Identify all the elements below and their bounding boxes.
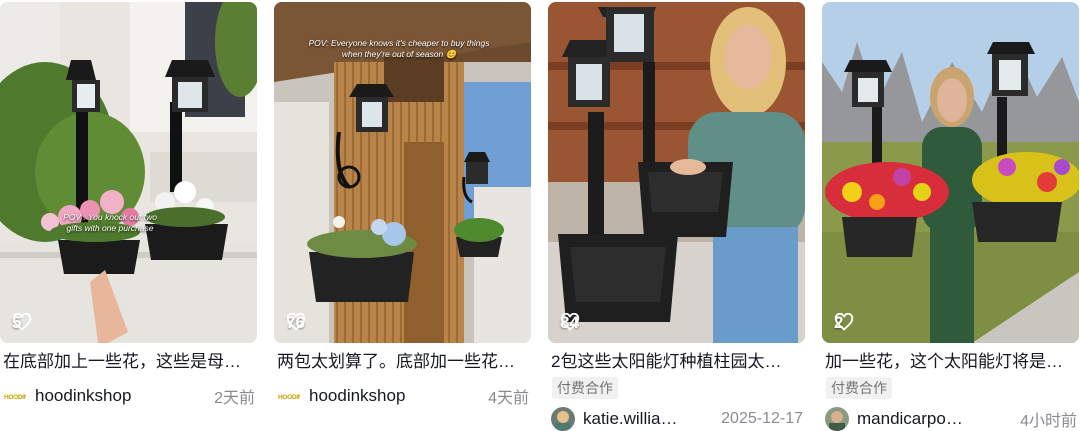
video-thumbnail[interactable]: POV: Everyone knows it's cheaper to buy …	[274, 2, 531, 343]
like-count: 76	[286, 313, 306, 333]
post-date: 2025-12-17	[721, 410, 803, 427]
heart-outline-icon	[560, 313, 580, 331]
post-date: 4天前	[488, 390, 529, 407]
video-overlay-caption: POV : You knock out two gifts with one p…	[63, 212, 157, 233]
video-title[interactable]: 加一些花，这个太阳能灯将是…	[825, 351, 1077, 373]
video-title[interactable]: 在底部加上一些花，这些是母…	[3, 351, 255, 373]
video-card[interactable]: POV : You knock out two gifts with one p…	[0, 0, 257, 427]
like-count: 84	[560, 313, 580, 333]
author-name[interactable]: hoodinkshop	[309, 386, 405, 406]
paid-partnership-badge: 付费合作	[826, 377, 892, 399]
author-name[interactable]: hoodinkshop	[35, 386, 131, 406]
video-title[interactable]: 2包这些太阳能灯种植柱园太…	[551, 351, 803, 373]
svg-text:HOODINK: HOODINK	[278, 394, 300, 400]
like-count: 5	[12, 313, 32, 333]
video-title[interactable]: 两包太划算了。底部加一些花…	[277, 351, 529, 373]
video-overlay-caption: POV: Everyone knows it's cheaper to buy …	[308, 38, 490, 59]
avatar[interactable]	[825, 407, 849, 431]
heart-outline-icon	[834, 313, 854, 331]
svg-text:HOODINK: HOODINK	[4, 394, 26, 400]
heart-outline-icon	[12, 313, 32, 331]
video-thumbnail[interactable]: 84	[548, 2, 805, 343]
author-row: HOODINK hoodinkshop 2天前	[3, 384, 255, 408]
paid-partnership-badge: 付费合作	[552, 377, 618, 399]
video-card[interactable]: 2 加一些花，这个太阳能灯将是… 付费合作 mandicarpo… 4小时前	[822, 0, 1079, 431]
avatar[interactable]	[551, 407, 575, 431]
heart-outline-icon	[286, 313, 306, 331]
post-date: 4小时前	[1020, 413, 1077, 430]
author-name[interactable]: katie.willia…	[583, 409, 677, 429]
thumbnail-image	[0, 2, 257, 343]
author-row: katie.willia… 2025-12-17	[551, 407, 803, 431]
post-date: 2天前	[214, 390, 255, 407]
author-name[interactable]: mandicarpo…	[857, 409, 963, 429]
brand-logo: HOODINK	[3, 390, 27, 402]
author-row: HOODINK hoodinkshop 4天前	[277, 384, 529, 408]
video-card[interactable]: POV: Everyone knows it's cheaper to buy …	[274, 0, 531, 427]
thumbnail-image	[822, 2, 1079, 343]
brand-logo: HOODINK	[277, 390, 301, 402]
author-row: mandicarpo… 4小时前	[825, 407, 1077, 431]
video-thumbnail[interactable]: POV : You knock out two gifts with one p…	[0, 2, 257, 343]
thumbnail-image	[548, 2, 805, 343]
like-count: 2	[834, 313, 854, 333]
video-card[interactable]: 84 2包这些太阳能灯种植柱园太… 付费合作 katie.willia… 202…	[548, 0, 805, 431]
video-thumbnail[interactable]: 2	[822, 2, 1079, 343]
